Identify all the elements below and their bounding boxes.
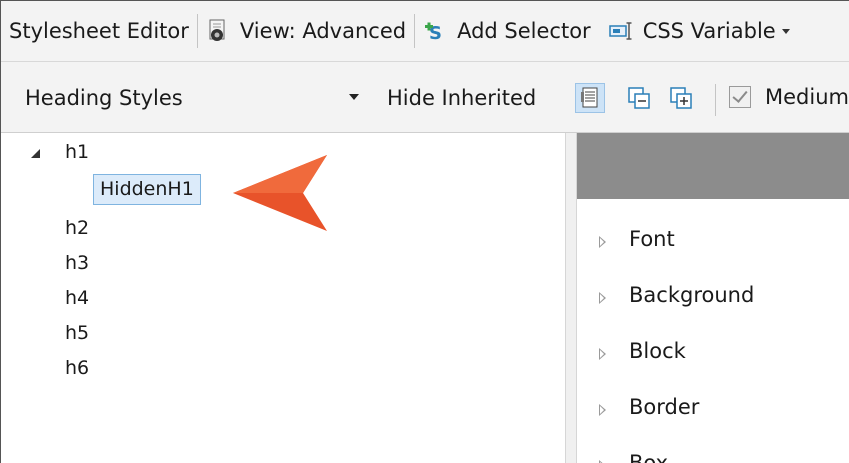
css-variable-icon [608,19,633,43]
expand-arrow-icon [599,404,606,416]
collapse-all-button[interactable] [627,86,651,110]
preview-toggle-button[interactable] [575,83,605,113]
view-mode-button[interactable]: View: Advanced [206,19,406,43]
dropdown-value: Heading Styles [25,86,183,110]
stylesheet-editor-window: Stylesheet Editor View: Advanced S Add S… [0,0,849,463]
property-group-label: Border [629,395,700,419]
property-group-label: Font [629,227,675,251]
collapse-triangle-icon[interactable] [31,149,40,158]
expand-arrow-icon [599,348,606,360]
toolbar-separator [414,14,416,48]
expand-arrow-icon [599,236,606,248]
dropdown-arrow-icon [349,94,359,100]
property-group-label: Background [629,283,755,307]
add-selector-icon: S [423,19,447,44]
callout-arrow-icon [233,155,327,231]
property-group-block[interactable]: Block [577,339,849,369]
tree-item-h2[interactable]: h2 [65,217,89,239]
view-mode-label: View: Advanced [239,19,407,43]
hide-inherited-button[interactable]: Hide Inherited [387,86,536,110]
collapse-all-icon [628,87,650,109]
pane-splitter[interactable] [565,133,577,463]
property-group-label: Block [629,339,686,363]
main-toolbar: Stylesheet Editor View: Advanced S Add S… [1,1,849,62]
tree-item-h5[interactable]: h5 [65,322,89,344]
css-variable-label: CSS Variable [642,19,776,43]
medium-checkbox[interactable] [729,86,751,108]
chevron-down-icon [781,28,790,34]
medium-label: Medium [765,85,849,109]
properties-pane: Font Background Block Border Box [577,133,849,463]
property-group-font[interactable]: Font [577,227,849,257]
property-group-border[interactable]: Border [577,395,849,425]
properties-header [577,133,849,199]
add-selector-label: Add Selector [457,19,591,43]
property-group-box[interactable]: Box [577,451,849,463]
editor-title: Stylesheet Editor [9,19,189,43]
tree-item-h1[interactable]: h1 [65,141,89,163]
expand-all-button[interactable] [669,86,693,110]
eye-document-icon [206,19,230,43]
tree-item-h4[interactable]: h4 [65,287,89,309]
toolbar-separator [715,84,716,116]
document-preview-icon [581,87,598,108]
tree-item-h6[interactable]: h6 [65,357,89,379]
filter-toolbar: Heading Styles Hide Inherited Medium [1,62,849,133]
toolbar-separator [196,14,198,48]
stylesheet-filter-dropdown[interactable]: Heading Styles [15,76,365,120]
property-group-background[interactable]: Background [577,283,849,313]
property-group-label: Box [629,451,669,463]
tree-item-h3[interactable]: h3 [65,252,89,274]
tree-item-hiddenh1[interactable]: HiddenH1 [93,174,201,205]
expand-arrow-icon [599,292,606,304]
css-variable-button[interactable]: CSS Variable [608,19,790,43]
expand-all-icon [670,87,692,109]
add-selector-button[interactable]: S Add Selector [423,19,591,44]
